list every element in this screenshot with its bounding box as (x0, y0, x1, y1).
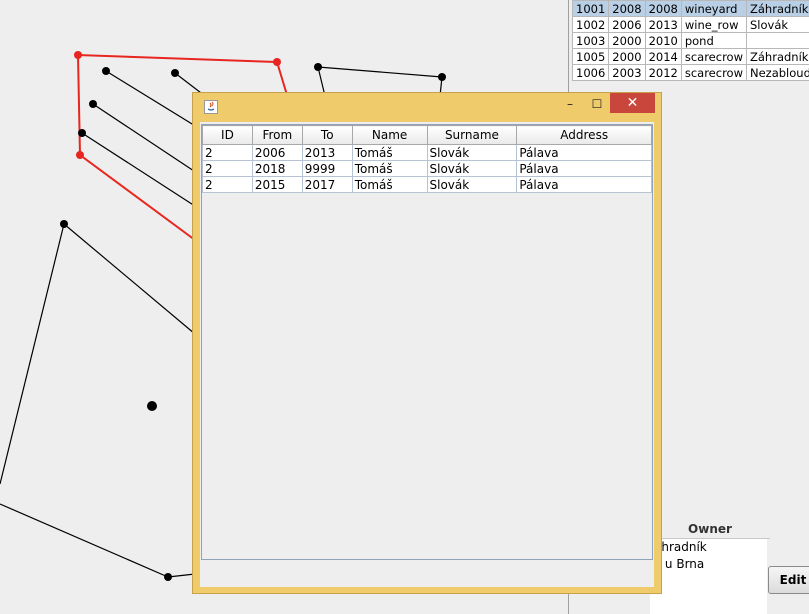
owner-header: Owner (650, 522, 770, 539)
table-row[interactable]: 2 2018 9999 Tomáš Slovák Pálava (202, 160, 652, 177)
column-header-name[interactable]: Name (351, 125, 428, 145)
dialog-content: ID From To Name Surname Address 2 2006 2… (200, 122, 654, 587)
column-header-from[interactable]: From (251, 125, 303, 145)
column-header-to[interactable]: To (301, 125, 353, 145)
table-row[interactable]: 1003 2000 2010 pond (571, 32, 809, 49)
list-item[interactable]: v u Brna (650, 556, 767, 573)
list-item[interactable]: áhradník (650, 539, 767, 556)
table-row[interactable]: 1002 2006 2013 wine_row Slovák (571, 16, 809, 33)
column-header-id[interactable]: ID (202, 125, 253, 145)
table-row[interactable]: 2 2006 2013 Tomáš Slovák Pálava (202, 144, 652, 161)
column-header-surname[interactable]: Surname (426, 125, 518, 145)
close-button[interactable]: ✕ (610, 93, 655, 113)
minimize-button[interactable]: – (559, 94, 581, 114)
table-scroll-area[interactable]: ID From To Name Surname Address 2 2006 2… (201, 124, 653, 560)
owner-list[interactable]: áhradník v u Brna (650, 539, 767, 614)
table-row[interactable]: 1001 2008 2008 wineyard Záhradník (571, 0, 809, 17)
java-icon (204, 100, 218, 114)
records-table[interactable]: 1001 2008 2008 wineyard Záhradník 1002 2… (571, 0, 809, 81)
dialog-titlebar[interactable]: – ☐ ✕ (193, 93, 661, 122)
table-row[interactable]: 1005 2000 2014 scarecrow Záhradník (571, 48, 809, 65)
column-header-address[interactable]: Address (516, 125, 652, 145)
table-row[interactable]: 2 2015 2017 Tomáš Slovák Pálava (202, 176, 652, 193)
edit-button[interactable]: Edit (768, 566, 809, 594)
ownership-table[interactable]: ID From To Name Surname Address 2 2006 2… (202, 125, 652, 193)
history-dialog: – ☐ ✕ ID From To Name Surname Address 2 … (192, 92, 662, 594)
table-row[interactable]: 1006 2003 2012 scarecrow Nezabloudil (571, 64, 809, 81)
maximize-button[interactable]: ☐ (585, 94, 609, 114)
